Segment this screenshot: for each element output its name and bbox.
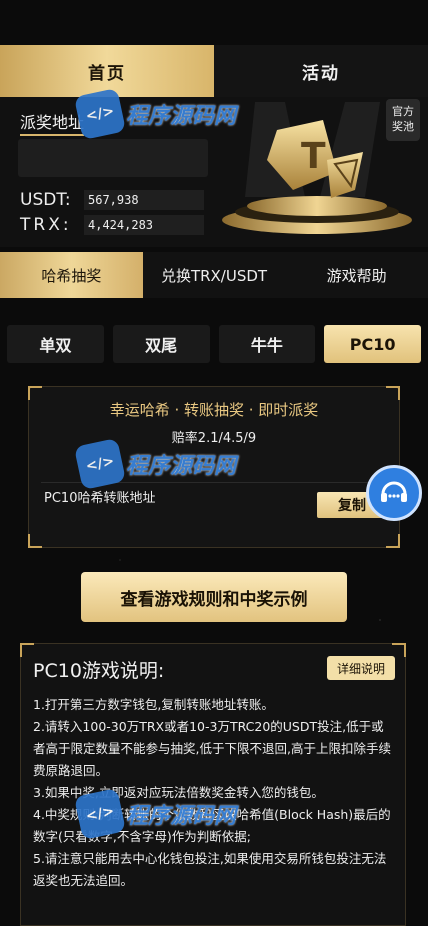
headset-icon (381, 481, 407, 502)
official-pool-badge[interactable]: 官方 奖池 (386, 99, 420, 141)
corner-decoration (386, 534, 400, 548)
description-item: 1.打开第三方数字钱包,复制转账地址转账。 (33, 697, 274, 712)
game-tab-niuniu[interactable]: 牛牛 (218, 325, 316, 363)
prize-address-title: 派奖地址 (20, 109, 85, 136)
tab-home[interactable]: 首页 (0, 45, 214, 97)
corner-decoration (28, 534, 42, 548)
description-title: PC10游戏说明: (33, 660, 165, 682)
usdt-balance-row: USDT: 567,938 (20, 190, 204, 210)
game-description-panel: PC10游戏说明: 详细说明 1.打开第三方数字钱包,复制转账地址转账。 2.请… (20, 643, 406, 926)
transfer-card: 幸运哈希 · 转账抽奖 · 即时派奖 赔率2.1/4.5/9 PC10哈希转账地… (28, 386, 400, 548)
description-list: 1.打开第三方数字钱包,复制转账地址转账。 2.请转入100-30万TRX或者1… (33, 694, 395, 892)
view-rules-button[interactable]: 查看游戏规则和中奖示例 (81, 572, 347, 622)
usdt-label: USDT: (20, 190, 71, 210)
usdt-value: 567,938 (84, 190, 204, 210)
divider (41, 482, 387, 483)
tab-hash-lottery[interactable]: 哈希抽奖 (0, 252, 143, 298)
top-nav: 首页 活动 (0, 45, 428, 97)
card-odds: 赔率2.1/4.5/9 (171, 431, 257, 446)
game-tab-double-tail[interactable]: 双尾 (112, 325, 210, 363)
tab-exchange[interactable]: 兑换TRX/USDT (143, 252, 286, 298)
corner-decoration (386, 386, 400, 400)
game-tab-pc10[interactable]: PC10 (324, 325, 421, 363)
transfer-address-label: PC10哈希转账地址 (44, 491, 156, 506)
corner-decoration (392, 643, 406, 657)
trx-balance-row: TRX: 4,424,283 (20, 215, 204, 235)
card-slogan: 幸运哈希 · 转账抽奖 · 即时派奖 (109, 401, 319, 419)
trx-label: TRX: (20, 215, 72, 235)
corner-decoration (28, 386, 42, 400)
corner-decoration (20, 643, 34, 657)
prize-header: 派奖地址 USDT: 567,938 TRX: 4,424,283 T 官方 奖… (0, 97, 428, 247)
trx-value: 4,424,283 (84, 215, 204, 235)
svg-text:T: T (301, 136, 326, 177)
game-type-tabs: 单双 双尾 牛牛 PC10 (7, 325, 421, 363)
tab-activity[interactable]: 活动 (214, 45, 428, 97)
description-item: 4.中奖规则:判断转账的个位数和区块哈希值(Block Hash)最后的数字(只… (33, 807, 391, 844)
game-tab-odd-even[interactable]: 单双 (7, 325, 104, 363)
tab-game-help[interactable]: 游戏帮助 (285, 252, 428, 298)
description-item: 5.请注意只能用去中心化钱包投注,如果使用交易所钱包投注无法返奖也无法追回。 (33, 851, 387, 888)
description-item: 2.请转入100-30万TRX或者10-3万TRC20的USDT投注,低于或者高… (33, 719, 391, 778)
sub-nav: 哈希抽奖 兑换TRX/USDT 游戏帮助 (0, 252, 428, 298)
customer-support-button[interactable] (366, 465, 422, 521)
description-item: 3.如果中奖,立即返对应玩法倍数奖金转入您的钱包。 (33, 785, 324, 800)
detail-button[interactable]: 详细说明 (327, 656, 395, 680)
prize-address-box (18, 139, 208, 177)
